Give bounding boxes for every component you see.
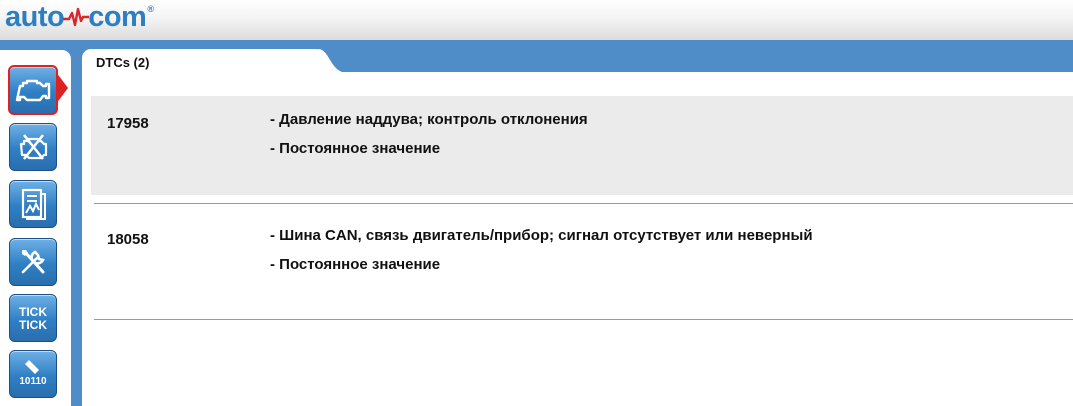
dtc-description: - Шина CAN, связь двигатель/прибор; сигн… xyxy=(270,227,813,244)
data-sheet-icon xyxy=(21,188,46,220)
engine-icon xyxy=(15,79,51,102)
binary-pen-icon: 10110 xyxy=(19,360,47,387)
dtc-status: - Постоянное значение xyxy=(270,256,441,273)
tick-line-1: TICK xyxy=(19,305,47,319)
engine-dtc-button[interactable] xyxy=(8,65,58,115)
tick-line-2: TICK xyxy=(19,318,47,332)
engine-clear-icon xyxy=(19,134,48,160)
binary-text: 10110 xyxy=(19,376,47,387)
tab-label: DTCs (2) xyxy=(96,55,150,70)
autocom-logo: auto com ® xyxy=(5,0,154,33)
registered-mark: ® xyxy=(147,4,154,14)
active-pointer xyxy=(56,72,68,104)
dtc-row-2[interactable] xyxy=(91,203,1073,319)
programming-button[interactable]: 10110 xyxy=(9,350,57,398)
top-bar: auto com ® xyxy=(0,0,1073,41)
heartbeat-icon xyxy=(63,7,90,27)
live-data-button[interactable] xyxy=(9,180,57,228)
dtc-code: 18058 xyxy=(107,231,149,248)
logo-text-com: com xyxy=(88,0,147,33)
dtc-description: - Давление наддува; контроль отклонения xyxy=(270,111,588,128)
clear-dtc-button[interactable] xyxy=(9,123,57,171)
tick-tick-button[interactable]: TICK TICK xyxy=(9,294,57,342)
tick-tick-icon: TICK TICK xyxy=(19,305,47,332)
dtc-code: 17958 xyxy=(107,115,149,132)
row-divider xyxy=(94,319,1073,320)
service-tools-button[interactable] xyxy=(9,238,57,286)
logo-text-auto: auto xyxy=(5,0,65,33)
dtc-status: - Постоянное значение xyxy=(270,140,441,157)
tools-icon xyxy=(21,250,45,274)
tab-corner xyxy=(318,49,348,73)
